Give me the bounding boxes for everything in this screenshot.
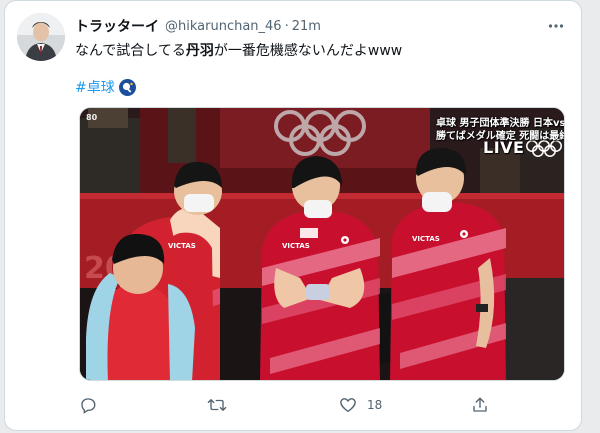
share-icon <box>473 397 487 412</box>
hashtag-row: #卓球 <box>75 77 136 97</box>
tweet-text-bold-name: 丹羽 <box>185 43 214 59</box>
avatar[interactable] <box>17 13 65 61</box>
scoreboard-digits: 80 <box>86 113 98 122</box>
more-dots-icon <box>548 24 564 28</box>
avatar-image <box>17 13 65 61</box>
display-name[interactable]: トラッターイ <box>75 16 159 36</box>
retweet-button[interactable] <box>207 393 237 417</box>
reply-icon <box>81 398 96 414</box>
more-button[interactable] <box>545 15 567 37</box>
tweet-text-part1: なんで試合してる <box>75 43 186 59</box>
tweet-card[interactable]: トラッターイ @hikarunchan_46 · 21m なんで試合してる丹羽が… <box>4 0 582 431</box>
share-button[interactable] <box>471 393 489 417</box>
tweet-header: トラッターイ @hikarunchan_46 · 21m <box>75 15 521 37</box>
reply-button[interactable] <box>79 393 107 417</box>
tweet-text: なんで試合してる丹羽が一番危機感ないんだよwww <box>75 41 561 61</box>
hashtag-link[interactable]: #卓球 <box>75 77 115 97</box>
retweet-icon <box>207 399 227 411</box>
jersey-text-center: VICTAS <box>282 242 310 250</box>
jersey-text-right: VICTAS <box>412 235 440 243</box>
tweet-text-part2: が一番危機感ないんだよwww <box>213 43 403 59</box>
live-badge: LIVE <box>483 138 525 157</box>
like-count: 18 <box>367 398 383 412</box>
timestamp[interactable]: 21m <box>292 19 321 34</box>
separator-dot: · <box>284 18 289 34</box>
tweet-media-image[interactable]: 20 VICTAS VICTAS VICTAS 80 卓球 男子団体準決勝 日本… <box>79 107 565 381</box>
table-tennis-hashflag-icon <box>118 78 136 96</box>
tweet-actions: 18 <box>75 393 555 417</box>
jersey-text-left: VICTAS <box>168 242 196 250</box>
handle[interactable]: @hikarunchan_46 <box>165 19 282 34</box>
like-button[interactable]: 18 <box>339 393 382 417</box>
heart-icon <box>340 398 356 413</box>
